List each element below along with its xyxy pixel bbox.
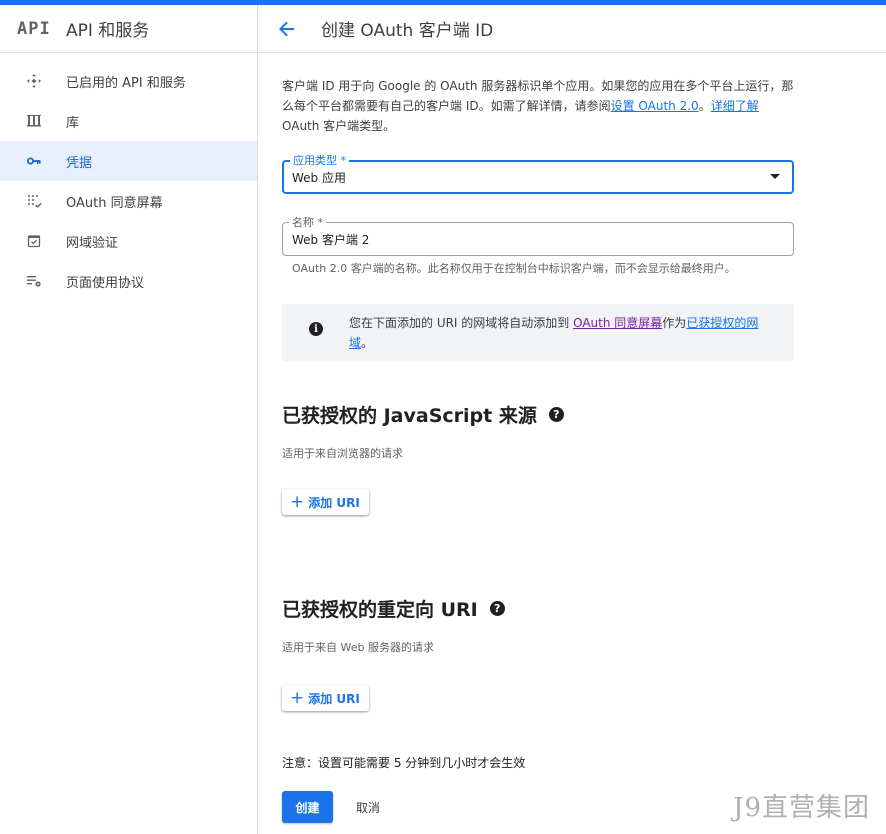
info-text-before: 您在下面添加的 URI 的网域将自动添加到 [349,316,574,330]
sidebar-item-domain-verification[interactable]: 网域验证 [0,221,257,261]
js-origins-title-text: 已获授权的 JavaScript 来源 [282,405,537,427]
sidebar-item-label: 库 [66,115,80,131]
back-button[interactable] [275,17,299,41]
api-logo: API [17,18,51,39]
info-text-after: 。 [361,336,374,350]
propagation-note: 注意：设置可能需要 5 分钟到几小时才会生效 [282,756,526,770]
sidebar-item-library[interactable]: 库 [0,101,257,141]
application-type-select[interactable]: 应用类型 * Web 应用 [282,152,794,194]
intro-separator: 。 [698,99,711,113]
dropdown-arrow-icon [770,174,780,179]
sidebar-item-label: 网域验证 [66,235,119,251]
apis-icon [24,71,44,91]
sidebar: API API 和服务 已启用的 API 和服务 库 凭据 OAuth 同意屏幕… [0,5,258,834]
library-icon [24,111,44,131]
arrow-back-icon [279,21,294,36]
name-hint: OAuth 2.0 客户端的名称。此名称仅用于在控制台中标识客户端，而不会显示给… [292,262,736,275]
sidebar-item-oauth-consent[interactable]: OAuth 同意屏幕 [0,181,257,221]
add-uri-label: 添加 URI [308,495,360,510]
sidebar-nav: 已启用的 API 和服务 库 凭据 OAuth 同意屏幕 网域验证 页面使用协议 [0,61,257,301]
redirect-uris-title-text: 已获授权的重定向 URI [282,599,478,621]
cancel-button[interactable]: 取消 [356,799,380,816]
js-origins-title: 已获授权的 JavaScript 来源 ? [282,401,794,428]
sidebar-item-page-usage[interactable]: 页面使用协议 [0,261,257,301]
setup-oauth-link[interactable]: 设置 OAuth 2.0 [611,99,699,113]
learn-more-link[interactable]: 详细了解 [711,99,759,113]
form-actions: 创建 取消 [282,791,794,823]
page-header: 创建 OAuth 客户端 ID [259,5,886,53]
info-icon: i [309,322,323,336]
add-redirect-uri-button[interactable]: + 添加 URI [282,685,369,711]
sidebar-item-label: 凭据 [66,155,93,171]
key-icon [24,151,44,171]
plus-icon: + [290,687,305,708]
sidebar-title[interactable]: API 和服务 [66,16,149,41]
consent-screen-icon [24,191,44,211]
sidebar-header: API API 和服务 [0,5,257,53]
sidebar-item-label: OAuth 同意屏幕 [66,195,163,211]
watermark: J9直营集团 [733,793,870,823]
add-js-origin-button[interactable]: + 添加 URI [282,489,369,515]
js-origins-subtitle: 适用于来自浏览器的请求 [282,447,403,460]
name-field[interactable]: 名称 * Web 客户端 2 [282,214,794,256]
domain-verification-icon [24,231,44,251]
intro-text: 客户端 ID 用于向 Google 的 OAuth 服务器标识单个应用。如果您的… [282,76,794,136]
create-button[interactable]: 创建 [282,791,333,823]
page-title: 创建 OAuth 客户端 ID [321,21,494,41]
help-icon[interactable]: ? [548,407,564,422]
intro-tail: OAuth 客户端类型。 [282,119,396,133]
redirect-uris-subtitle: 适用于来自 Web 服务器的请求 [282,641,434,654]
oauth-consent-link[interactable]: OAuth 同意屏幕 [573,316,662,330]
sidebar-item-label: 已启用的 API 和服务 [66,75,186,91]
plus-icon: + [290,491,305,512]
sidebar-item-enabled-apis[interactable]: 已启用的 API 和服务 [0,61,257,101]
add-uri-label: 添加 URI [308,691,360,706]
application-type-value: Web 应用 [292,171,346,185]
name-value: Web 客户端 2 [292,233,370,247]
help-icon[interactable]: ? [489,601,505,616]
sidebar-item-credentials[interactable]: 凭据 [0,141,257,181]
application-type-label: 应用类型 * [290,152,349,168]
page-usage-settings-icon [24,271,44,291]
redirect-uris-title: 已获授权的重定向 URI ? [282,595,794,622]
info-text-mid: 作为 [662,316,687,330]
info-banner: i 您在下面添加的 URI 的网域将自动添加到 OAuth 同意屏幕作为已获授权… [282,304,794,361]
main-content: 客户端 ID 用于向 Google 的 OAuth 服务器标识单个应用。如果您的… [282,76,794,823]
sidebar-item-label: 页面使用协议 [66,275,145,291]
info-text: 您在下面添加的 URI 的网域将自动添加到 OAuth 同意屏幕作为已获授权的网… [349,313,774,353]
name-label: 名称 * [289,214,326,230]
